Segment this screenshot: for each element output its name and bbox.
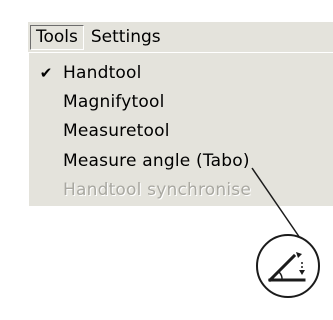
menu-tools[interactable]: Tools xyxy=(30,24,84,50)
menu-item-label: Measure angle (Tabo) xyxy=(63,151,250,171)
menu-item-magnifytool[interactable]: Magnifytool xyxy=(29,88,333,116)
callout-magnifier xyxy=(256,234,320,298)
menu-item-handtool[interactable]: ✔ Handtool xyxy=(29,59,333,87)
menu-item-label: Magnifytool xyxy=(63,92,165,112)
menu-item-measure-angle[interactable]: Measure angle (Tabo) xyxy=(29,147,333,175)
menu-item-label: Handtool synchronise xyxy=(63,180,252,200)
checkmark-icon: ✔ xyxy=(39,64,53,82)
menu-item-measuretool[interactable]: Measuretool xyxy=(29,117,333,145)
menu-item-label: Handtool xyxy=(63,63,142,83)
screenshot-canvas: Tools Settings ✔ Handtool Magnifytool Me… xyxy=(0,0,333,320)
menu-bar: Tools Settings xyxy=(28,22,333,52)
measure-angle-icon xyxy=(267,252,306,283)
menu-item-handtool-synchronise: Handtool synchronise xyxy=(29,176,333,204)
menu-item-label: Measuretool xyxy=(63,121,170,141)
menu-settings[interactable]: Settings xyxy=(84,25,168,50)
tools-dropdown-menu: ✔ Handtool Magnifytool Measuretool Measu… xyxy=(28,52,333,206)
menu-tools-label: Tools xyxy=(36,27,78,47)
menu-settings-label: Settings xyxy=(90,27,161,47)
